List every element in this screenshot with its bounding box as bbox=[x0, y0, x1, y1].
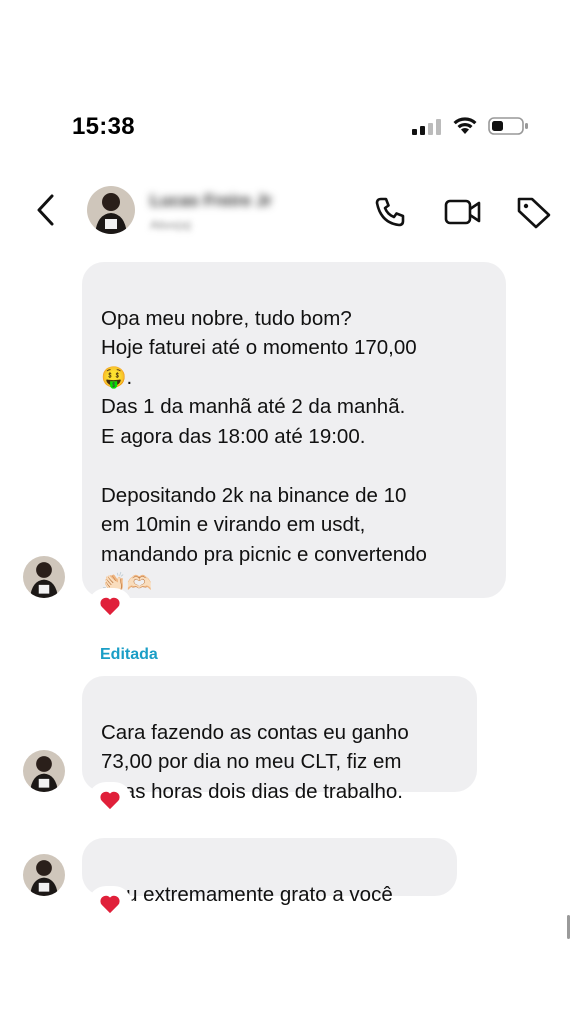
wifi-icon bbox=[453, 117, 477, 134]
heart-icon bbox=[100, 791, 120, 810]
heart-icon bbox=[100, 895, 120, 914]
message-bubble[interactable]: Cara fazendo as contas eu ganho 73,00 po… bbox=[82, 676, 477, 803]
avatar-image bbox=[23, 750, 65, 792]
sender-avatar[interactable] bbox=[23, 750, 65, 792]
phone-icon[interactable] bbox=[372, 194, 408, 230]
contact-avatar[interactable] bbox=[87, 186, 135, 234]
signal-icon bbox=[412, 119, 441, 135]
tag-icon[interactable] bbox=[515, 194, 553, 230]
avatar-image bbox=[23, 556, 65, 598]
message-text: Sou extremamente grato a você bbox=[101, 882, 393, 906]
avatar-image bbox=[23, 854, 65, 896]
message-bubble[interactable]: Sou extremamente grato a você bbox=[82, 838, 457, 906]
message-bubble[interactable]: Opa meu nobre, tudo bom? Hoje faturei at… bbox=[82, 262, 506, 598]
sender-avatar[interactable] bbox=[23, 854, 65, 896]
status-bar: 15:38 bbox=[0, 100, 576, 150]
heart-reaction[interactable] bbox=[90, 784, 130, 816]
video-camera-icon[interactable] bbox=[443, 194, 483, 230]
message-text: Opa meu nobre, tudo bom? Hoje faturei at… bbox=[101, 306, 427, 596]
heart-icon bbox=[100, 597, 120, 616]
status-time: 15:38 bbox=[72, 113, 135, 140]
heart-reaction[interactable] bbox=[90, 888, 130, 920]
message-text: Cara fazendo as contas eu ganho 73,00 po… bbox=[101, 720, 409, 803]
sender-avatar[interactable] bbox=[23, 556, 65, 598]
back-arrow-icon[interactable] bbox=[32, 192, 60, 228]
avatar-image bbox=[87, 186, 135, 234]
chat-header: Lucas Freire Jr Ativo(a) bbox=[0, 180, 576, 244]
contact-status: Ativo(a) bbox=[150, 218, 192, 232]
battery-icon bbox=[488, 117, 528, 135]
contact-name[interactable]: Lucas Freire Jr bbox=[150, 191, 272, 211]
heart-reaction[interactable] bbox=[90, 590, 130, 622]
scrollbar[interactable] bbox=[567, 915, 570, 939]
edited-label: Editada bbox=[100, 646, 158, 663]
